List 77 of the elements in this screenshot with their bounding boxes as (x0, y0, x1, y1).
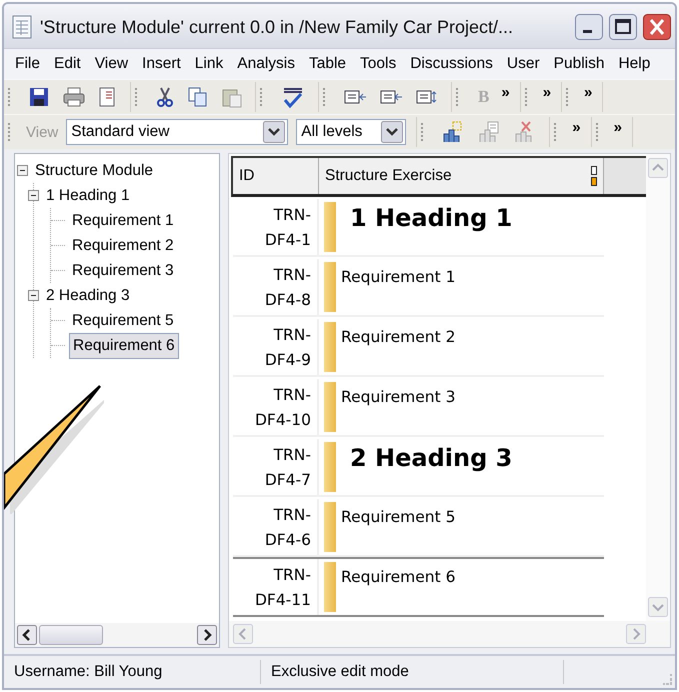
requirement-text: Requirement 3 (340, 387, 456, 406)
table-row[interactable]: TRN-DF4-1 1 Heading 1 (233, 197, 604, 257)
overflow-chevron[interactable]: » (572, 119, 581, 136)
scroll-left-icon[interactable] (17, 625, 37, 645)
horizontal-scrollbar[interactable] (15, 623, 219, 647)
menu-item[interactable]: Tools (353, 53, 404, 75)
copy-icon[interactable] (187, 86, 209, 108)
status-text: Username: Bill Young (4, 660, 261, 684)
menu-item[interactable]: Help (611, 53, 658, 75)
table-row[interactable]: TRN-DF4-9 Requirement 2 (233, 317, 604, 377)
status-text: Exclusive edit mode (261, 660, 564, 684)
maximize-icon[interactable] (609, 14, 637, 40)
view-dropdown[interactable]: Standard view (66, 119, 288, 145)
menu-item[interactable]: Analysis (230, 53, 302, 75)
tree-item[interactable]: Requirement 5 (69, 310, 177, 330)
table-row[interactable]: TRN-DF4-6 Requirement 5 (233, 497, 604, 557)
menu-item[interactable]: File (8, 53, 47, 75)
tree-item[interactable]: Requirement 1 (69, 210, 177, 230)
heading-text: 2 Heading 3 (349, 443, 514, 472)
table-cell: TRN-DF4-10 (233, 379, 319, 435)
menu-item[interactable]: Discussions (403, 53, 500, 75)
overflow-chevron[interactable]: » (614, 119, 622, 136)
tree-item[interactable]: 1 Heading 1 (43, 186, 133, 206)
menu-item[interactable]: User (500, 53, 547, 75)
table-cell: TRN-DF4-7 (233, 439, 319, 495)
level-bar (324, 442, 336, 492)
table-cell: TRN-DF4-11 (233, 559, 319, 615)
table-cell: TRN-DF4-8 (233, 259, 319, 315)
table-cell: TRN-DF4-1 (233, 199, 319, 255)
level-dropdown[interactable]: All levels (296, 119, 406, 145)
tree-item[interactable]: Requirement 3 (69, 260, 177, 280)
column-header-label: Structure Exercise (325, 167, 452, 185)
table-cell: TRN-DF4-6 (233, 499, 319, 555)
close-icon[interactable] (643, 14, 671, 40)
collapse-icon[interactable] (17, 165, 28, 176)
table-cell: TRN-DF4-9 (233, 319, 319, 375)
menu-item[interactable]: Link (188, 53, 230, 75)
scroll-thumb[interactable] (39, 625, 103, 645)
level-bar (324, 202, 336, 252)
tree-item[interactable]: 2 Heading 3 (43, 286, 133, 306)
table-row[interactable]: TRN-DF4-7 2 Heading 3 (233, 437, 604, 497)
requirement-text: Requirement 5 (340, 507, 456, 526)
level-bar (324, 562, 336, 612)
table-row[interactable]: TRN-DF4-10 Requirement 3 (233, 377, 604, 437)
menu-item[interactable]: Publish (546, 53, 612, 75)
level-bar (324, 382, 336, 432)
menu-item[interactable]: Table (302, 53, 354, 75)
menu-item[interactable]: Edit (46, 53, 88, 75)
minimize-icon[interactable] (575, 14, 603, 40)
requirement-text: Requirement 2 (340, 327, 456, 346)
scissors-icon[interactable] (155, 86, 175, 108)
printer-icon[interactable] (62, 86, 86, 108)
overflow-chevron[interactable]: » (501, 84, 510, 101)
overflow-chevron[interactable]: » (542, 84, 552, 101)
scroll-right-icon[interactable] (197, 625, 217, 645)
tree-item[interactable]: Structure Module (32, 160, 156, 180)
requirement-text: Requirement 6 (340, 567, 456, 586)
table-row[interactable]: TRN-DF4-8 Requirement 1 (233, 257, 604, 317)
level-bar (324, 502, 336, 552)
menu-item[interactable]: View (88, 53, 136, 75)
tree-item[interactable]: Requirement 6 (69, 332, 179, 358)
collapse-icon[interactable] (28, 190, 39, 201)
window-title: 'Structure Module' current 0.0 in /New Family Car Project/... (39, 16, 514, 38)
column-header[interactable]: ID (233, 158, 319, 194)
heading-text: 1 Heading 1 (349, 203, 514, 232)
view-label: View (26, 124, 58, 140)
column-indicator-icon (591, 166, 597, 186)
tree-item[interactable]: Requirement 2 (69, 236, 177, 256)
level-bar (324, 262, 336, 312)
collapse-icon[interactable] (28, 290, 39, 301)
document-icon (12, 15, 32, 39)
requirement-text: Requirement 1 (340, 267, 456, 286)
level-bar (324, 322, 336, 372)
table-row[interactable]: TRN-DF4-11 Requirement 6 (233, 557, 604, 617)
menu-item[interactable]: Insert (135, 53, 188, 75)
overflow-chevron[interactable]: » (584, 84, 592, 101)
save-icon[interactable] (28, 86, 50, 108)
